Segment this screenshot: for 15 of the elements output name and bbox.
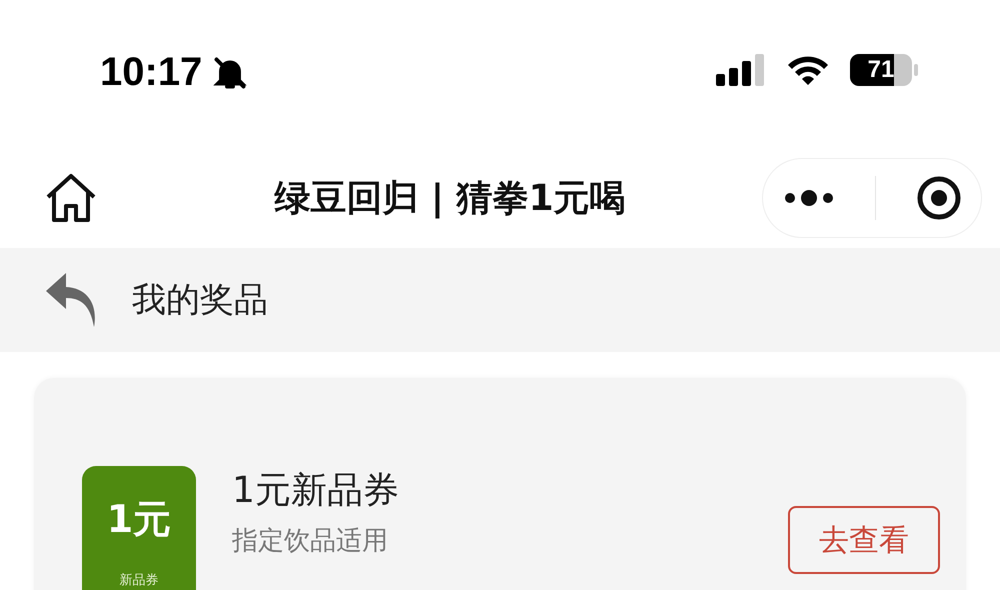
battery-level: 71 [868, 56, 894, 84]
prize-subtitle: 指定饮品适用 [232, 525, 389, 558]
page-title: 绿豆回归 | 猜拳1元喝 [273, 176, 627, 220]
wifi-icon [786, 54, 830, 86]
view-button[interactable]: 去查看 [788, 506, 940, 574]
prize-title: 1元新品券 [232, 469, 400, 513]
close-icon[interactable] [916, 176, 960, 220]
signal-icon [716, 54, 766, 86]
section-title: 我的奖品 [132, 279, 268, 322]
coupon-amount: 1元 [106, 496, 172, 543]
coupon-label: 新品券 [120, 572, 158, 589]
status-time: 10:17 [100, 50, 202, 95]
back-arrow-icon[interactable] [44, 271, 96, 329]
more-icon[interactable] [784, 188, 834, 208]
home-icon[interactable] [44, 173, 98, 223]
